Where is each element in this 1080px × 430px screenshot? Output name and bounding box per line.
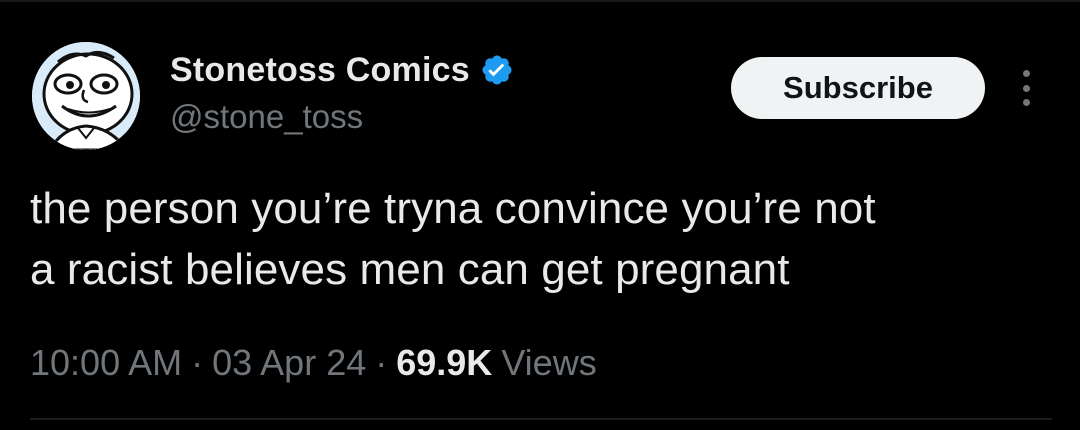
subscribe-button[interactable]: Subscribe (731, 57, 985, 119)
more-dot (1022, 70, 1030, 77)
more-vertical-icon[interactable] (1008, 66, 1044, 110)
more-dot (1022, 84, 1030, 92)
top-divider (0, 0, 1080, 2)
tweet-meta: 10:00 AM · 03 Apr 24 · 69.9K Views (30, 336, 597, 390)
meta-separator: · (375, 342, 388, 383)
display-name[interactable]: Stonetoss Comics (170, 51, 470, 90)
views-count[interactable]: 69.9K (396, 342, 492, 384)
name-row: Stonetoss Comics (170, 46, 514, 94)
bottom-divider (30, 418, 1052, 420)
cartoon-face-avatar-icon (32, 42, 140, 150)
avatar[interactable] (32, 42, 140, 150)
verified-badge-icon (480, 53, 514, 87)
meta-separator: · (191, 342, 204, 383)
more-dot (1022, 99, 1030, 106)
author-block: Stonetoss Comics @stone_toss (170, 46, 514, 142)
tweet-text: the person you’re tryna convince you’re … (30, 184, 876, 294)
tweet-time[interactable]: 10:00 AM (30, 342, 182, 384)
handle[interactable]: @stone_toss (170, 98, 514, 136)
tweet-date[interactable]: 03 Apr 24 (212, 342, 366, 384)
views-label: Views (501, 342, 597, 383)
